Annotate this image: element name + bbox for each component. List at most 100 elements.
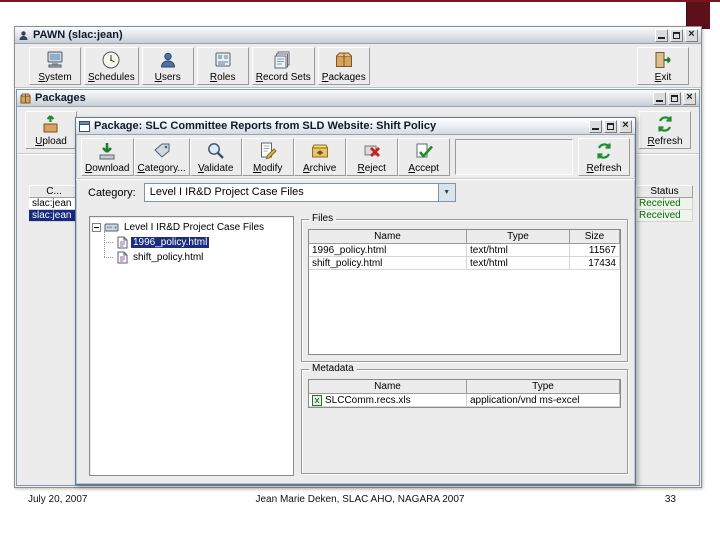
metadata-name-cell: SLCComm.recs.xls	[309, 394, 467, 407]
system-icon	[44, 49, 66, 71]
modify-button[interactable]: Modify	[241, 137, 294, 176]
collapse-icon[interactable]	[92, 223, 101, 232]
users-button[interactable]: Users	[141, 46, 194, 85]
minimize-button[interactable]	[589, 119, 602, 133]
pawn-app-icon	[18, 30, 29, 41]
drive-icon	[104, 221, 119, 234]
main-window-titlebar[interactable]: PAWN (slac:jean)	[15, 27, 701, 44]
system-button[interactable]: System	[29, 46, 81, 85]
reject-button[interactable]: Reject	[345, 137, 398, 176]
download-icon	[96, 140, 118, 162]
packages-refresh-button[interactable]: Refresh	[639, 111, 691, 149]
metadata-table: Name Type SLCComm.recs.xls application/v…	[308, 379, 621, 408]
name-column-header[interactable]: Name	[309, 380, 467, 394]
package-dialog: Package: SLC Committee Reports from SLD …	[75, 117, 636, 485]
maximize-button[interactable]	[670, 28, 683, 42]
metadata-type-cell: application/vnd ms-excel	[467, 394, 620, 407]
maximize-button[interactable]	[604, 119, 617, 133]
metadata-name-text: SLCComm.recs.xls	[325, 394, 411, 406]
dialog-window-controls	[589, 119, 632, 133]
table-row[interactable]: shift_policy.html text/html 17434	[309, 257, 620, 270]
footer-credit: Jean Marie Deken, SLAC AHO, NAGARA 2007	[255, 494, 465, 505]
download-button[interactable]: Download	[81, 137, 134, 176]
modify-pencil-icon	[257, 140, 279, 162]
file-size-cell: 11567	[570, 244, 620, 257]
category-button[interactable]: Category...	[133, 137, 190, 176]
table-row[interactable]: 1996_policy.html text/html 11567	[309, 244, 620, 257]
file-type-cell: text/html	[467, 244, 570, 257]
status-cell: Received	[636, 210, 693, 222]
packages-label: Packages	[321, 71, 366, 83]
status-cell: Received	[636, 198, 693, 210]
file-icon	[116, 236, 128, 249]
record-sets-button[interactable]: Record Sets	[251, 46, 315, 85]
reject-label: Reject	[357, 162, 386, 174]
minimize-button[interactable]	[653, 91, 666, 105]
refresh-label: Refresh	[647, 136, 683, 147]
file-name-cell: 1996_policy.html	[309, 244, 467, 257]
dialog-titlebar[interactable]: Package: SLC Committee Reports from SLD …	[76, 118, 635, 135]
packages-window-icon	[20, 93, 31, 104]
exit-label: Exit	[654, 71, 672, 83]
footer-page-number: 33	[664, 494, 676, 505]
category-combobox[interactable]: Level I IR&D Project Case Files	[143, 183, 456, 202]
slide-bottom-rule	[0, 0, 720, 2]
chevron-down-icon[interactable]	[437, 184, 455, 201]
category-tag-icon	[151, 140, 173, 162]
toolbar-recessed-area	[454, 138, 573, 175]
dialog-refresh-button[interactable]: Refresh	[578, 137, 630, 176]
archive-button[interactable]: Archive	[293, 137, 346, 176]
file-type-cell: text/html	[467, 257, 570, 270]
tree-children: 1996_policy.html shift_policy.html	[92, 231, 291, 265]
packages-box-icon	[333, 49, 355, 71]
name-column-header[interactable]: Name	[309, 230, 467, 244]
upload-icon	[40, 113, 62, 135]
files-group-title: Files	[309, 213, 337, 224]
upload-label: Upload	[35, 136, 67, 147]
presentation-slide: PAWN (slac:jean) System Schedules Users	[0, 0, 720, 540]
packages-window-controls	[653, 91, 696, 105]
type-column-header[interactable]: Type	[467, 230, 570, 244]
files-groupbox: Files Name Type Size 1996_policy.html te…	[301, 213, 628, 362]
roles-button[interactable]: Roles	[196, 46, 249, 85]
close-button[interactable]	[619, 119, 632, 133]
users-label: Users	[154, 71, 181, 83]
packages-button[interactable]: Packages	[317, 46, 370, 85]
accept-label: Accept	[408, 162, 439, 174]
type-column-header[interactable]: Type	[467, 380, 620, 394]
category-selected-value: Level I IR&D Project Case Files	[149, 186, 304, 198]
category-row: Category: Level I IR&D Project Case File…	[76, 179, 635, 206]
tree-node[interactable]: shift_policy.html	[92, 250, 291, 265]
schedules-button[interactable]: Schedules	[84, 46, 139, 85]
close-button[interactable]	[685, 28, 698, 42]
main-toolbar: System Schedules Users Roles Record Sets…	[15, 44, 701, 88]
tree-node-label: shift_policy.html	[133, 252, 204, 263]
validate-button[interactable]: Validate	[189, 137, 242, 176]
size-column-header[interactable]: Size	[570, 230, 620, 244]
download-label: Download	[85, 162, 130, 174]
file-icon	[116, 251, 128, 264]
packages-titlebar[interactable]: Packages	[17, 90, 699, 107]
slide-corner-accent	[686, 0, 710, 29]
close-button[interactable]	[683, 91, 696, 105]
accept-button[interactable]: Accept	[397, 137, 450, 176]
accept-check-icon	[413, 140, 435, 162]
dialog-body: Level I IR&D Project Case Files 1996_pol…	[76, 206, 635, 486]
maximize-button[interactable]	[668, 91, 681, 105]
creator-cell: slac:jean	[29, 198, 79, 210]
reject-x-icon	[361, 140, 383, 162]
table-row[interactable]: SLCComm.recs.xls application/vnd ms-exce…	[309, 394, 620, 407]
tree-root-node[interactable]: Level I IR&D Project Case Files	[92, 220, 291, 235]
files-table-header: Name Type Size	[309, 230, 620, 244]
tree-node-label-selected: 1996_policy.html	[131, 237, 210, 248]
creator-column-header[interactable]: C...	[29, 185, 79, 198]
status-column-header[interactable]: Status	[636, 185, 693, 198]
exit-button[interactable]: Exit	[637, 46, 689, 85]
category-field-label: Category:	[88, 186, 136, 199]
tree-node[interactable]: 1996_policy.html	[92, 235, 291, 250]
upload-button[interactable]: Upload	[25, 111, 77, 149]
validate-magnifier-icon	[205, 140, 227, 162]
dialog-title: Package: SLC Committee Reports from SLD …	[94, 120, 437, 132]
excel-file-icon	[312, 394, 322, 406]
minimize-button[interactable]	[655, 28, 668, 42]
